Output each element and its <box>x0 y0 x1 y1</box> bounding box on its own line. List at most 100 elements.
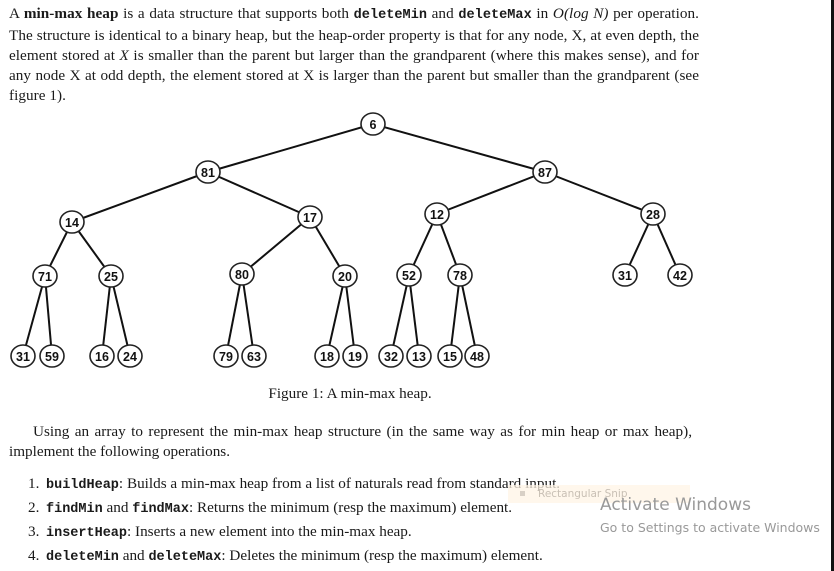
operation-name: findMax <box>132 502 189 517</box>
tree-edge <box>110 275 131 357</box>
figure-caption-text: Figure 1: A min-max heap. <box>268 385 432 402</box>
operation-name: deleteMax <box>148 550 222 565</box>
node-value: 42 <box>673 269 687 283</box>
complexity-expression: O(log N) <box>552 5 609 22</box>
heap-node: 81 <box>195 160 221 184</box>
node-value: 20 <box>338 270 352 284</box>
tree-edge <box>241 273 255 357</box>
code-deleteMin: deleteMin <box>353 8 428 23</box>
tree-edge <box>207 123 374 173</box>
activation-subtitle: Go to Settings to activate Windows <box>600 520 820 535</box>
intro-text-2: in <box>531 5 553 22</box>
activation-watermark: Activate Windows Go to Settings to activ… <box>600 494 820 537</box>
tree-edge <box>544 171 654 215</box>
heap-node: 31 <box>612 263 638 287</box>
node-value: 15 <box>443 350 457 364</box>
operation-joiner: and <box>118 547 149 564</box>
tree-edge <box>436 171 546 215</box>
heap-node: 59 <box>39 344 65 368</box>
heap-node: 6 <box>360 112 386 136</box>
tree-edge <box>372 123 546 173</box>
heap-node: 48 <box>464 344 490 368</box>
operation-joiner: and <box>102 499 133 516</box>
heap-node: 24 <box>117 344 143 368</box>
tree-edge <box>207 171 311 218</box>
activation-title: Activate Windows <box>600 495 751 515</box>
operation-number: 3. <box>28 523 40 540</box>
heap-node: 19 <box>342 344 368 368</box>
heap-node: 25 <box>98 264 124 288</box>
heap-node: 16 <box>89 344 115 368</box>
heap-node: 18 <box>314 344 340 368</box>
heap-node: 71 <box>32 264 58 288</box>
operation-description: : Returns the minimum (resp the maximum)… <box>188 499 513 516</box>
heap-node: 13 <box>406 344 432 368</box>
node-value: 31 <box>618 269 632 283</box>
tree-edges <box>22 123 681 357</box>
heap-node: 20 <box>332 264 358 288</box>
operation-name: findMin <box>46 502 103 517</box>
node-value: 59 <box>45 350 59 364</box>
intro-text-1: is a data structure that supports both <box>118 5 354 22</box>
node-value: 17 <box>303 211 317 225</box>
instructions-paragraph: Using an array to represent the min-max … <box>9 423 692 460</box>
node-value: 87 <box>538 166 552 180</box>
heap-node: 28 <box>640 202 666 226</box>
operation-name: deleteMin <box>46 550 119 565</box>
snip-icon <box>520 491 525 496</box>
node-value: 19 <box>348 350 362 364</box>
node-value: 71 <box>38 270 52 284</box>
tree-edge <box>44 275 53 357</box>
operation-name: insertHeap <box>46 526 128 541</box>
node-value: 16 <box>95 350 109 364</box>
document-page: A min-max heap is a data structure that … <box>0 0 831 571</box>
heap-node: 63 <box>241 344 267 368</box>
node-value: 13 <box>412 350 426 364</box>
operation-number: 4. <box>28 547 40 564</box>
heap-node: 17 <box>297 205 323 229</box>
heap-node: 79 <box>213 344 239 368</box>
node-value: 18 <box>320 350 334 364</box>
figure-caption: Figure 1: A min-max heap. <box>0 385 700 403</box>
heap-node: 52 <box>396 263 422 287</box>
node-value: 25 <box>104 270 118 284</box>
tree-edge <box>71 171 209 223</box>
intro-and: and <box>427 5 459 22</box>
tree-edge <box>449 274 461 357</box>
operation-name: buildHeap <box>46 478 119 493</box>
node-value: 52 <box>402 269 416 283</box>
tree-edge <box>344 275 356 357</box>
operation-description: : Deletes the minimum (resp the maximum)… <box>221 547 543 564</box>
term-min-max-heap: min-max heap <box>23 5 119 22</box>
node-value: 48 <box>470 350 484 364</box>
tree-edge <box>390 274 410 357</box>
tree-edge <box>22 275 46 357</box>
heap-node: 42 <box>667 263 693 287</box>
node-value: 80 <box>235 268 249 282</box>
operation-description: : Builds a min-max heap from a list of n… <box>118 475 561 492</box>
operation-item: 4. deleteMin and deleteMax: Deletes the m… <box>28 544 728 568</box>
heap-node: 32 <box>378 344 404 368</box>
node-value: 31 <box>16 350 30 364</box>
code-deleteMax: deleteMax <box>458 8 532 23</box>
node-value: 24 <box>123 350 137 364</box>
tree-edge <box>326 275 346 357</box>
heap-node: 15 <box>437 344 463 368</box>
heap-node: 14 <box>59 210 85 234</box>
operation-description: : Inserts a new element into the min-max… <box>127 523 412 540</box>
tree-edge <box>101 275 112 357</box>
operation-number: 2. <box>28 499 40 516</box>
min-max-heap-figure: 6 81 87 14 17 12 28 71 25 80 20 52 78 31 42 31 59 16 24 79 6… <box>10 112 693 368</box>
intro-lead: A <box>9 5 24 22</box>
heap-node: 78 <box>447 263 473 287</box>
operation-number: 1. <box>28 475 40 492</box>
heap-node: 12 <box>424 202 450 226</box>
heap-node: 80 <box>229 262 255 286</box>
node-value: 79 <box>219 350 233 364</box>
node-value: 81 <box>201 166 215 180</box>
heap-node: 87 <box>532 160 558 184</box>
node-value: 6 <box>370 118 377 132</box>
node-value: 78 <box>453 269 467 283</box>
node-value: 28 <box>646 208 660 222</box>
variable-x: X <box>119 47 129 64</box>
